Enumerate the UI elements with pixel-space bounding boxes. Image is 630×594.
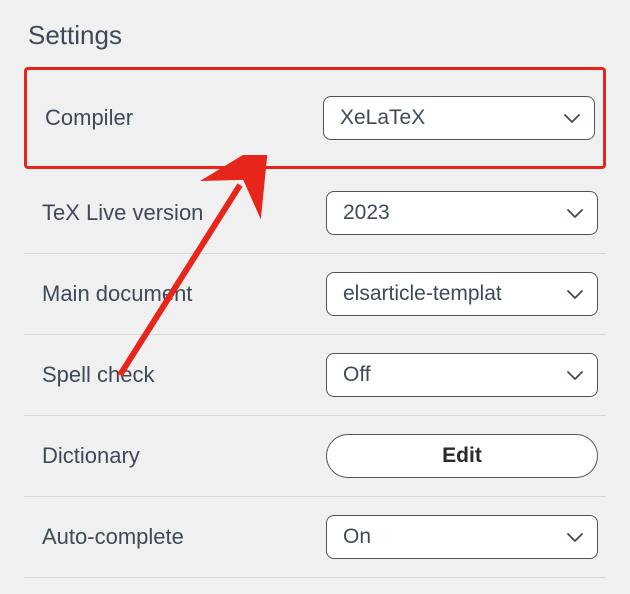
setting-row-texlive: TeX Live version 2023 <box>24 173 606 254</box>
setting-row-autocomplete: Auto-complete On <box>24 497 606 578</box>
dictionary-label: Dictionary <box>42 443 140 469</box>
dictionary-edit-button[interactable]: Edit <box>326 434 598 478</box>
spellcheck-select[interactable]: Off <box>326 353 598 397</box>
compiler-select[interactable]: XeLaTeX <box>323 96 595 140</box>
compiler-label: Compiler <box>45 105 133 131</box>
texlive-select[interactable]: 2023 <box>326 191 598 235</box>
texlive-value: 2023 <box>343 201 390 225</box>
texlive-label: TeX Live version <box>42 200 203 226</box>
maindoc-label: Main document <box>42 281 192 307</box>
spellcheck-label: Spell check <box>42 362 155 388</box>
maindoc-value: elsarticle-templat <box>343 282 502 306</box>
autocomplete-label: Auto-complete <box>42 524 184 550</box>
maindoc-select[interactable]: elsarticle-templat <box>326 272 598 316</box>
setting-row-dictionary: Dictionary Edit <box>24 416 606 497</box>
compiler-value: XeLaTeX <box>340 106 425 130</box>
setting-row-compiler: Compiler XeLaTeX <box>24 67 606 169</box>
settings-title: Settings <box>24 20 606 51</box>
autocomplete-select[interactable]: On <box>326 515 598 559</box>
autocomplete-value: On <box>343 525 371 549</box>
setting-row-maindoc: Main document elsarticle-templat <box>24 254 606 335</box>
dictionary-edit-label: Edit <box>442 444 482 468</box>
spellcheck-value: Off <box>343 363 371 387</box>
setting-row-spellcheck: Spell check Off <box>24 335 606 416</box>
